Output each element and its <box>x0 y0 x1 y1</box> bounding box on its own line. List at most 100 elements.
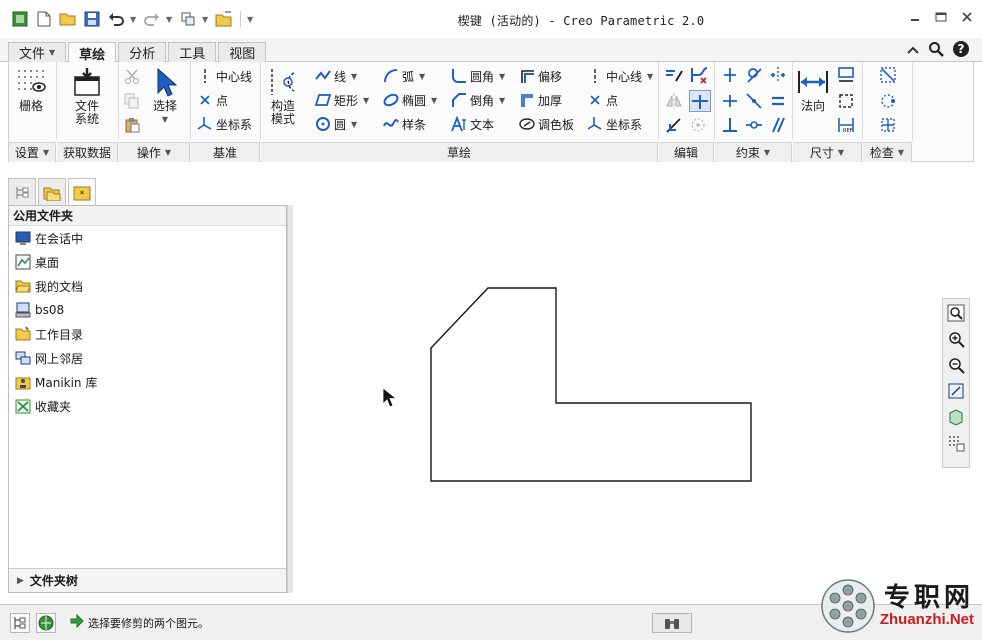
offset-icon <box>519 68 535 84</box>
selection-filter[interactable] <box>652 613 692 633</box>
collapse-ribbon-icon[interactable] <box>906 44 920 58</box>
paste-icon[interactable] <box>123 116 141 134</box>
help-icon[interactable]: ? <box>952 40 970 61</box>
sketch-csys-button[interactable]: 坐标系 <box>587 113 642 135</box>
baseline-dimension-icon[interactable]: REF <box>837 116 855 134</box>
group-inspect-label[interactable]: 检查 ▼ <box>863 142 912 162</box>
tab-folder-browser[interactable] <box>38 178 66 206</box>
spline-button[interactable]: 样条 <box>383 113 426 135</box>
arc-button[interactable]: 弧 ▼ <box>383 65 425 87</box>
folder-network[interactable]: 网上邻居 <box>9 346 286 370</box>
circle-button[interactable]: 圆 ▼ <box>315 113 357 135</box>
corner-icon[interactable] <box>689 90 711 112</box>
sketch-point-button[interactable]: 点 <box>587 89 618 111</box>
tab-file[interactable]: 文件 ▼ <box>8 42 67 62</box>
group-operations-label[interactable]: 操作 ▼ <box>119 142 190 162</box>
binoculars-icon <box>665 619 679 629</box>
zoom-out-icon[interactable] <box>945 354 967 376</box>
construction-mode-button[interactable]: 构造 模式 <box>267 66 299 126</box>
perimeter-dimension-icon[interactable] <box>837 66 855 84</box>
file-system-button[interactable]: 文件 系统 <box>71 66 103 126</box>
cut-icon[interactable] <box>123 68 141 86</box>
sketcher-display-filters-icon[interactable] <box>945 432 967 454</box>
svg-text:?: ? <box>958 42 965 56</box>
tangent-constraint-icon[interactable] <box>745 66 763 84</box>
display-style-icon[interactable] <box>945 406 967 428</box>
text-button[interactable]: 文本 <box>451 113 494 135</box>
tab-favorites[interactable]: * <box>68 178 96 206</box>
delete-segment-icon[interactable] <box>689 66 707 84</box>
offset-button[interactable]: 偏移 <box>519 65 562 87</box>
refit-icon[interactable] <box>945 302 967 324</box>
panel-splitter[interactable] <box>287 205 293 593</box>
maximize-icon[interactable] <box>934 10 948 24</box>
tab-sketch[interactable]: 草绘 <box>68 42 117 63</box>
normal-dimension-button[interactable]: 法向 <box>797 66 829 113</box>
tab-view[interactable]: 视图 <box>218 42 267 62</box>
close-icon[interactable] <box>960 10 974 24</box>
group-editing-text: 编辑 <box>673 146 698 160</box>
grid-button[interactable]: 栅格 <box>15 66 47 113</box>
palette-button[interactable]: 调色板 <box>519 113 574 135</box>
tab-analysis[interactable]: 分析 <box>118 42 167 62</box>
toggle-navigator-icon[interactable] <box>10 613 30 633</box>
status-message: 选择要修剪的两个图元。 <box>88 616 209 630</box>
reference-dimension-icon[interactable] <box>837 92 855 110</box>
coincident-constraint-icon[interactable] <box>745 116 763 134</box>
graphics-window[interactable] <box>294 163 974 603</box>
group-constrain-label[interactable]: 约束 ▼ <box>715 142 792 162</box>
group-dimension-label[interactable]: 尺寸 ▼ <box>793 142 862 162</box>
folder-desktop[interactable]: 桌面 <box>9 250 286 274</box>
datum-centerline-button[interactable]: 中心线 <box>197 65 252 87</box>
folder-tree-toggle[interactable]: ▶ 文件夹树 <box>9 568 286 592</box>
ellipse-button[interactable]: 椭圆 ▼ <box>383 89 437 111</box>
shade-closed-loops-icon[interactable] <box>879 116 897 134</box>
equal-constraint-icon[interactable] <box>769 92 787 110</box>
mirror-icon[interactable] <box>665 92 683 110</box>
line-button[interactable]: 线 ▼ <box>315 65 357 87</box>
folder-manikin[interactable]: Manikin 库 <box>9 370 286 394</box>
sketch-centerline-button[interactable]: 中心线 ▼ <box>587 65 653 87</box>
highlight-open-ends-icon[interactable] <box>879 92 897 110</box>
folder-my-documents[interactable]: 我的文档 <box>9 274 286 298</box>
chevron-down-icon: ▼ <box>647 71 654 81</box>
horizontal-constraint-icon[interactable] <box>721 92 739 110</box>
search-icon[interactable] <box>928 41 944 60</box>
folder-in-session[interactable]: 在会话中 <box>9 226 286 250</box>
zoom-in-icon[interactable] <box>945 328 967 350</box>
rotate-resize-icon[interactable] <box>689 116 707 134</box>
sketch-view-icon[interactable] <box>945 380 967 402</box>
midpoint-constraint-icon[interactable] <box>745 92 763 110</box>
overlapping-geometry-icon[interactable] <box>879 66 897 84</box>
perpendicular-constraint-icon[interactable] <box>721 116 739 134</box>
divide-icon[interactable] <box>665 116 683 134</box>
select-label: 选择 <box>152 99 177 113</box>
copy-icon[interactable] <box>123 92 141 110</box>
folder-working-directory[interactable]: 工作目录 <box>9 322 286 346</box>
group-setup-label[interactable]: 设置 ▼ <box>9 142 56 162</box>
tab-tools[interactable]: 工具 <box>168 42 217 62</box>
spline-label: 样条 <box>402 117 427 132</box>
folder-bs08[interactable]: bs08 <box>9 298 286 322</box>
group-sketching-label: 草绘 <box>261 142 658 162</box>
chamfer-button[interactable]: 倒角 ▼ <box>451 89 505 111</box>
folder-favorites[interactable]: 收藏夹 <box>9 394 286 418</box>
datum-csys-button[interactable]: 坐标系 <box>197 113 252 135</box>
vertical-constraint-icon[interactable] <box>721 66 739 84</box>
arrow-right-icon <box>70 613 84 631</box>
sketch-csys-label: 坐标系 <box>606 117 643 132</box>
rectangle-button[interactable]: 矩形 ▼ <box>315 89 369 111</box>
minimize-icon[interactable] <box>908 10 922 24</box>
select-button[interactable]: 选择 ▼ <box>149 66 181 126</box>
symmetric-constraint-icon[interactable] <box>769 66 787 84</box>
modify-icon[interactable] <box>665 66 683 84</box>
thicken-button[interactable]: 加厚 <box>519 89 562 111</box>
toggle-browser-icon[interactable] <box>36 613 56 633</box>
ellipse-label: 椭圆 <box>402 93 427 108</box>
parallel-constraint-icon[interactable] <box>769 116 787 134</box>
offset-label: 偏移 <box>538 69 563 84</box>
view-toolbar <box>942 298 970 468</box>
fillet-button[interactable]: 圆角 ▼ <box>451 65 505 87</box>
tab-model-tree[interactable] <box>8 178 36 206</box>
datum-point-button[interactable]: 点 <box>197 89 228 111</box>
